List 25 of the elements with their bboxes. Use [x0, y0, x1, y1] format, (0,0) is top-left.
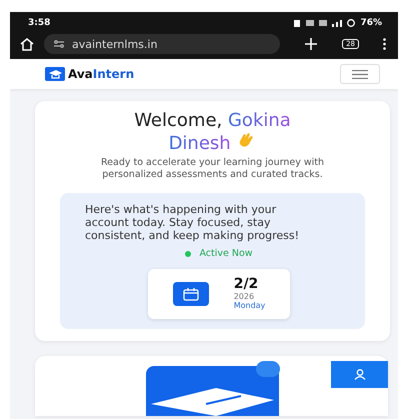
- menu-icon: [352, 70, 368, 78]
- date-weekday: Monday: [234, 301, 266, 311]
- status-dot-icon: [185, 250, 192, 256]
- battery-level: 76%: [360, 18, 382, 28]
- user-icon: [354, 369, 366, 380]
- calendar-icon: [172, 282, 209, 306]
- home-icon[interactable]: [20, 38, 34, 50]
- signal-icon: [332, 20, 342, 26]
- address-bar[interactable]: avainternlms.in: [44, 34, 280, 54]
- logo-text: Ava: [68, 67, 93, 81]
- more-options-icon[interactable]: [383, 38, 386, 50]
- battery-icon: [347, 19, 356, 27]
- profile-button[interactable]: [331, 361, 388, 388]
- logo-text: Intern: [92, 67, 134, 81]
- summary-message: Here's what's happening with your account today. Stay focused, stay consistent, and keep making progress!: [85, 203, 300, 242]
- site-settings-icon[interactable]: [54, 40, 64, 48]
- logo-icon: [45, 67, 65, 81]
- welcome-greeting: Welcome,: [134, 110, 222, 131]
- date-year: 2026: [234, 292, 256, 301]
- status-label: Active Now: [199, 248, 253, 259]
- new-tab-icon[interactable]: [304, 37, 318, 51]
- welcome-subtitle: Ready to accelerate your learning journey with personalized assessments and curated tracks.: [100, 157, 325, 181]
- menu-button[interactable]: [340, 64, 380, 84]
- status-time: 3:58: [28, 18, 50, 28]
- date-day-month: 2/2: [234, 277, 260, 292]
